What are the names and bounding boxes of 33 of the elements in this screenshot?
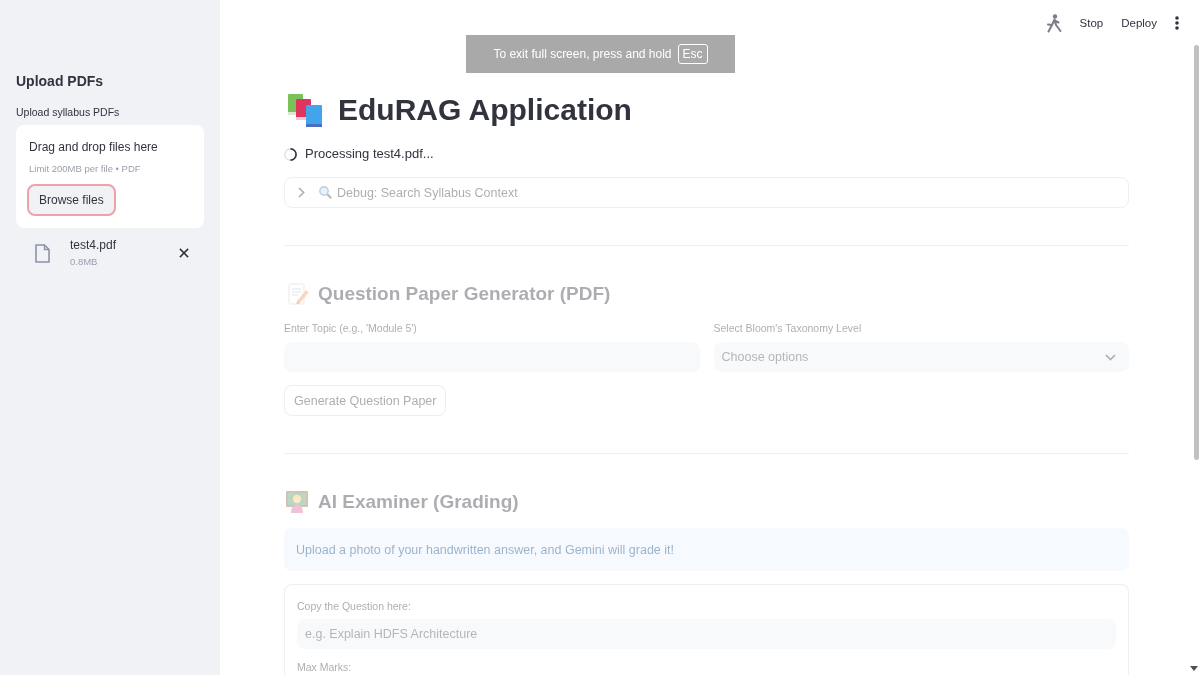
field-label: Select Bloom's Taxonomy Level xyxy=(713,321,862,336)
books-icon xyxy=(288,93,324,127)
sidebar-title: Upload PDFs xyxy=(16,72,104,91)
browse-files-button[interactable]: Browse files xyxy=(27,184,116,216)
section-heading: Question Paper Generator (PDF) xyxy=(318,282,611,306)
section-heading: AI Examiner (Grading) xyxy=(318,490,519,514)
scroll-down-arrow-icon[interactable] xyxy=(1190,666,1198,671)
field-label: Enter Topic (e.g., 'Module 5') xyxy=(284,321,417,336)
uploader-label: Upload syllabus PDFs xyxy=(16,105,120,120)
search-icon xyxy=(319,186,332,199)
field-label: Copy the Question here: xyxy=(297,599,411,614)
menu-icon[interactable] xyxy=(1175,16,1179,30)
teacher-icon xyxy=(286,491,308,513)
text-input[interactable]: e.g. Explain HDFS Architecture xyxy=(297,619,1116,649)
info-message: Upload a photo of your handwritten answer, and Gemini will grade it! xyxy=(284,528,1129,571)
file-icon xyxy=(35,243,50,263)
stop-button[interactable]: Stop xyxy=(1071,11,1112,35)
chevron-down-icon xyxy=(1105,353,1116,361)
scrollbar-thumb[interactable] xyxy=(1194,45,1199,460)
memo-icon xyxy=(288,283,309,305)
file-size: 0.8MB xyxy=(70,255,98,269)
limit-text: Limit 200MB per file • PDF xyxy=(29,162,141,176)
dropzone[interactable]: Drag and drop files here Limit 200MB per file • PDF Browse files xyxy=(16,125,204,228)
deploy-button[interactable]: Deploy xyxy=(1113,11,1165,35)
page-title: EduRAG Application xyxy=(338,92,632,128)
close-icon[interactable] xyxy=(179,248,189,258)
field-label: Max Marks: xyxy=(297,660,352,674)
loading-spinner-icon xyxy=(284,147,297,161)
dropzone-text: Drag and drop files here xyxy=(29,139,158,156)
status-text: Processing test4.pdf... xyxy=(305,145,434,163)
file-name: test4.pdf xyxy=(70,237,117,253)
toast-text: To exit full screen, press and hold xyxy=(493,47,672,61)
key-hint: Esc xyxy=(677,44,708,64)
